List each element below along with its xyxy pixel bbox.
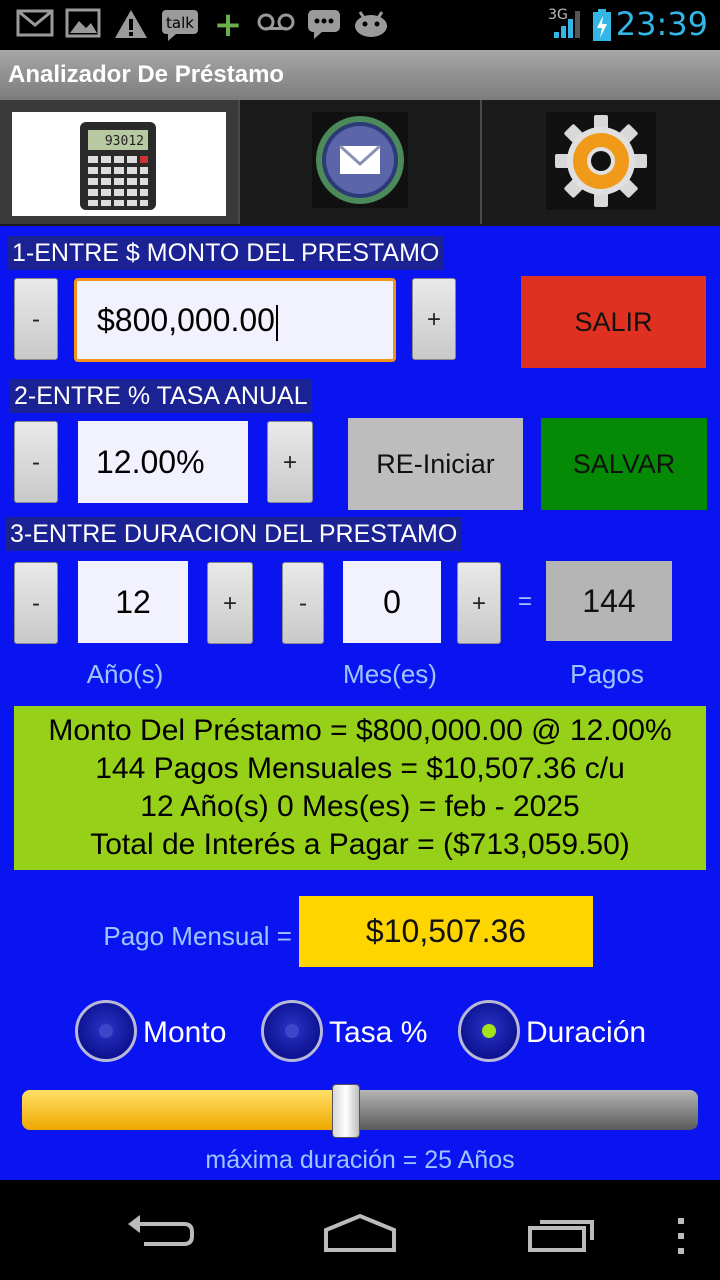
months-increase-button[interactable]: + — [457, 562, 501, 644]
radio-tasa[interactable] — [261, 1000, 323, 1062]
annual-rate-input[interactable]: 12.00% — [78, 421, 248, 503]
picture-icon — [64, 8, 102, 42]
radio-monto-label[interactable]: Monto — [143, 1002, 226, 1064]
app-title: Analizador De Préstamo — [8, 61, 285, 88]
years-input[interactable]: 12 — [78, 561, 188, 643]
years-decrease-button[interactable]: - — [14, 562, 58, 644]
clock: 23:39 — [615, 5, 708, 43]
rate-increase-button[interactable]: + — [267, 421, 313, 503]
monthly-payment-value: $10,507.36 — [299, 896, 593, 967]
android-icon — [352, 8, 390, 42]
monthly-payment-label: Pago Mensual = — [103, 921, 292, 951]
radio-dot — [285, 1024, 299, 1038]
gmail-icon — [16, 8, 54, 42]
slider-fill — [22, 1090, 347, 1130]
chat-icon — [306, 8, 342, 42]
calculator-panel: 1-ENTRE $ MONTO DEL PRESTAMO - $800,000.… — [0, 226, 720, 1180]
talk-icon-text: talk — [166, 14, 194, 32]
radio-tasa-label[interactable]: Tasa % — [329, 1002, 427, 1064]
settings-gear-icon — [546, 112, 656, 210]
months-label: Mes(es) — [343, 659, 437, 689]
months-input[interactable]: 0 — [343, 561, 441, 643]
summary-line-interest: Total de Interés a Pagar = ($713,059.50) — [90, 828, 630, 861]
navigation-bar — [0, 1180, 720, 1280]
tab-settings[interactable] — [482, 100, 720, 224]
duration-section-title: 3-ENTRE DURACION DEL PRESTAMO — [6, 517, 462, 551]
battery-icon — [590, 8, 614, 42]
amount-section-title: 1-ENTRE $ MONTO DEL PRESTAMO — [8, 236, 444, 270]
reset-button[interactable]: RE-Iniciar — [348, 418, 523, 510]
tab-bar: 93012 — [0, 100, 720, 226]
signal-icon — [552, 8, 582, 42]
rate-section-title: 2-ENTRE % TASA ANUAL — [10, 379, 312, 413]
talk-icon: talk — [160, 8, 200, 42]
loan-amount-input[interactable]: $800,000.00 — [74, 278, 396, 362]
slider-caption: máxima duración = 25 Años — [205, 1146, 515, 1174]
slider-thumb[interactable] — [332, 1084, 361, 1138]
summary-line-amount: Monto Del Préstamo = $800,000.00 @ 12.00… — [48, 714, 672, 747]
home-icon[interactable] — [322, 1212, 398, 1254]
loan-summary: Monto Del Préstamo = $800,000.00 @ 12.00… — [14, 706, 706, 870]
summary-line-duration: 12 Año(s) 0 Mes(es) = feb - 2025 — [140, 790, 580, 823]
equals-sign: = — [517, 588, 532, 615]
radio-duracion[interactable] — [458, 1000, 520, 1062]
plus-icon: + — [213, 5, 243, 45]
loan-amount-value: $800,000.00 — [97, 302, 275, 338]
radio-monto[interactable] — [75, 1000, 137, 1062]
payments-count: 144 — [546, 561, 672, 641]
payments-label: Pagos — [570, 659, 644, 689]
rate-decrease-button[interactable]: - — [14, 421, 58, 503]
calculator-display: 93012 — [105, 134, 144, 149]
amount-increase-button[interactable]: + — [412, 278, 456, 360]
back-icon[interactable] — [124, 1212, 196, 1252]
app-title-bar: Analizador De Préstamo — [0, 50, 720, 100]
exit-button[interactable]: SALIR — [521, 276, 706, 368]
warning-icon — [112, 8, 150, 42]
email-icon — [312, 112, 408, 208]
radio-duracion-label[interactable]: Duración — [526, 1002, 646, 1064]
recents-icon[interactable] — [526, 1212, 598, 1254]
summary-line-payments: 144 Pagos Mensuales = $10,507.36 c/u — [95, 752, 625, 785]
months-decrease-button[interactable]: - — [282, 562, 324, 644]
overflow-menu-icon[interactable] — [674, 1216, 688, 1256]
amount-decrease-button[interactable]: - — [14, 278, 58, 360]
save-button[interactable]: SALVAR — [541, 418, 707, 510]
radio-dot — [482, 1024, 496, 1038]
tab-calculator[interactable]: 93012 — [0, 100, 240, 224]
tab-email[interactable] — [240, 100, 482, 224]
years-increase-button[interactable]: + — [207, 562, 253, 644]
text-caret — [275, 304, 278, 341]
voicemail-icon — [256, 8, 296, 42]
years-label: Año(s) — [86, 659, 164, 689]
status-bar: talk + 3G 23:39 — [0, 0, 720, 50]
calculator-icon: 93012 — [12, 112, 226, 216]
radio-dot — [99, 1024, 113, 1038]
